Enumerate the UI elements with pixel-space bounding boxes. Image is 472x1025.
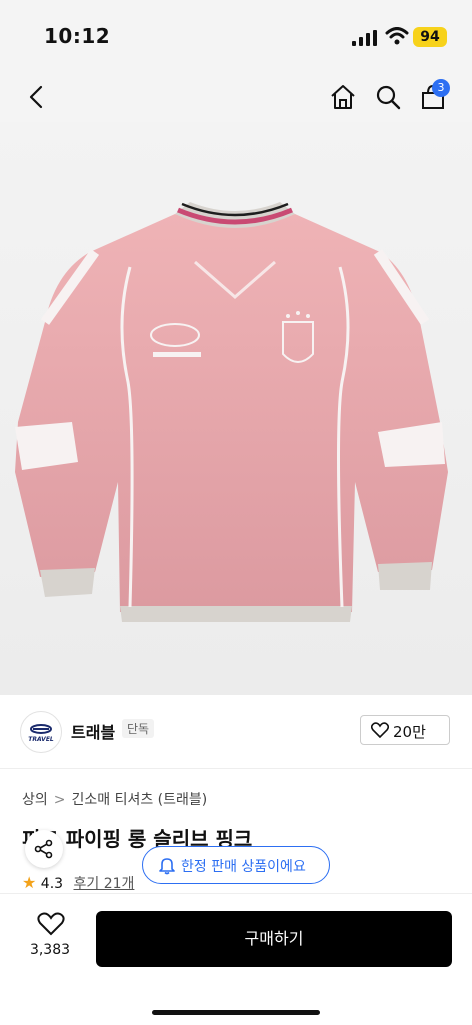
star-icon: ★ xyxy=(22,873,37,892)
search-icon[interactable] xyxy=(373,82,403,112)
review-count-link[interactable]: 후기 21개 xyxy=(74,876,135,892)
battery-level: 94 xyxy=(413,27,447,47)
buy-button[interactable]: 구매하기 xyxy=(96,911,452,967)
brand-like-button[interactable]: 20만 xyxy=(360,715,450,745)
heart-icon xyxy=(371,722,389,738)
brand-logo-text: TRAVEL xyxy=(28,736,54,743)
home-indicator xyxy=(152,1010,320,1015)
wishlist-button[interactable] xyxy=(28,912,74,940)
wifi-icon xyxy=(385,27,409,45)
shirt-illustration xyxy=(15,202,448,622)
share-icon xyxy=(34,839,53,859)
brand-logo-mark xyxy=(30,724,52,734)
brand-logo[interactable]: TRAVEL xyxy=(20,711,62,753)
wishlist-count: 3,383 xyxy=(29,942,71,958)
limited-sale-banner[interactable]: 한정 판매 상품이에요 xyxy=(142,846,330,884)
bell-icon xyxy=(159,858,175,875)
brand-name[interactable]: 트래블 xyxy=(71,719,115,743)
brand-row[interactable]: TRAVEL 트래블 단독 20만 xyxy=(0,695,472,769)
breadcrumb-root[interactable]: 상의 xyxy=(22,792,48,808)
product-image[interactable] xyxy=(0,122,472,695)
heart-icon xyxy=(37,912,65,936)
status-time: 10:12 xyxy=(44,24,111,48)
limited-sale-text: 한정 판매 상품이에요 xyxy=(181,859,306,875)
exclusive-badge: 단독 xyxy=(122,719,155,738)
status-bar: 10:12 94 xyxy=(0,0,472,72)
share-button[interactable] xyxy=(25,830,63,868)
breadcrumb: 상의 > 긴소매 티셔츠 (트래블) xyxy=(22,789,207,809)
breadcrumb-separator: > xyxy=(53,792,66,808)
back-arrow-icon[interactable] xyxy=(22,82,52,112)
bottom-action-bar: 3,383 구매하기 xyxy=(0,893,472,1025)
home-icon[interactable] xyxy=(328,82,358,112)
cellular-signal-icon xyxy=(352,30,377,46)
breadcrumb-category[interactable]: 긴소매 티셔츠 (트래블) xyxy=(72,792,208,808)
cart-badge: 3 xyxy=(432,79,450,97)
rating-value: 4.3 xyxy=(40,876,64,892)
brand-like-count: 20만 xyxy=(393,723,426,741)
top-nav: 3 xyxy=(0,72,472,122)
product-rating[interactable]: ★ 4.3 후기 21개 xyxy=(22,873,134,893)
